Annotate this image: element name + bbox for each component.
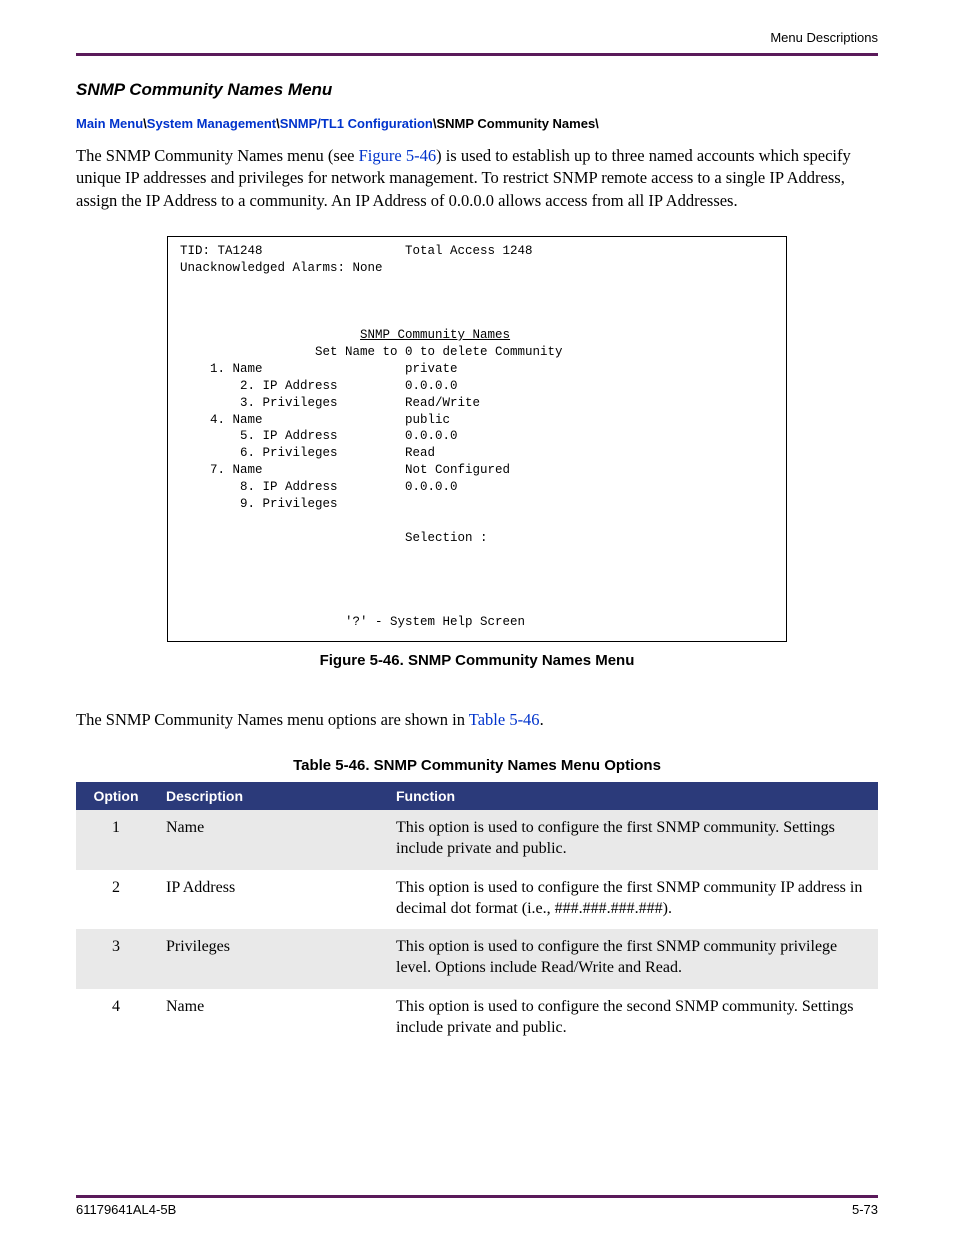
page-footer: 61179641AL4-5B 5-73 bbox=[76, 1195, 878, 1217]
cell-description: IP Address bbox=[156, 870, 386, 930]
cell-option: 4 bbox=[76, 989, 156, 1049]
cell-function: This option is used to configure the fir… bbox=[386, 810, 878, 870]
breadcrumb-link-main[interactable]: Main Menu bbox=[76, 116, 143, 131]
cell-function: This option is used to configure the fir… bbox=[386, 870, 878, 930]
section-title: SNMP Community Names Menu bbox=[76, 80, 878, 100]
bottom-rule bbox=[76, 1195, 878, 1198]
figure-caption: Figure 5-46. SNMP Community Names Menu bbox=[76, 652, 878, 669]
cell-function: This option is used to configure the fir… bbox=[386, 929, 878, 989]
col-option: Option bbox=[76, 782, 156, 810]
cell-description: Name bbox=[156, 989, 386, 1049]
footer-docnum: 61179641AL4-5B bbox=[76, 1202, 176, 1217]
cell-function: This option is used to configure the sec… bbox=[386, 989, 878, 1049]
terminal-screen: TID: TA1248 Total Access 1248 Unacknowle… bbox=[167, 236, 787, 642]
options-table: Option Description Function 1NameThis op… bbox=[76, 782, 878, 1048]
cell-description: Privileges bbox=[156, 929, 386, 989]
table-row: 3PrivilegesThis option is used to config… bbox=[76, 929, 878, 989]
table-row: 4NameThis option is used to configure th… bbox=[76, 989, 878, 1049]
col-description: Description bbox=[156, 782, 386, 810]
col-function: Function bbox=[386, 782, 878, 810]
intro-paragraph: The SNMP Community Names menu (see Figur… bbox=[76, 145, 878, 212]
footer-pagenum: 5-73 bbox=[852, 1202, 878, 1217]
table-row: 2IP AddressThis option is used to config… bbox=[76, 870, 878, 930]
header-section-label: Menu Descriptions bbox=[76, 30, 878, 45]
breadcrumb-link-snmp[interactable]: SNMP/TL1 Configuration bbox=[280, 116, 433, 131]
breadcrumb: Main Menu\System Management\SNMP/TL1 Con… bbox=[76, 116, 878, 131]
figure-xref[interactable]: Figure 5-46 bbox=[359, 146, 436, 165]
cell-option: 3 bbox=[76, 929, 156, 989]
cell-option: 1 bbox=[76, 810, 156, 870]
cell-description: Name bbox=[156, 810, 386, 870]
breadcrumb-link-sysman[interactable]: System Management bbox=[147, 116, 276, 131]
breadcrumb-tail: SNMP Community Names\ bbox=[436, 116, 598, 131]
options-intro-paragraph: The SNMP Community Names menu options ar… bbox=[76, 709, 878, 731]
table-xref[interactable]: Table 5-46 bbox=[469, 710, 540, 729]
table-caption: Table 5-46. SNMP Community Names Menu Op… bbox=[76, 757, 878, 774]
top-rule bbox=[76, 53, 878, 56]
cell-option: 2 bbox=[76, 870, 156, 930]
table-row: 1NameThis option is used to configure th… bbox=[76, 810, 878, 870]
